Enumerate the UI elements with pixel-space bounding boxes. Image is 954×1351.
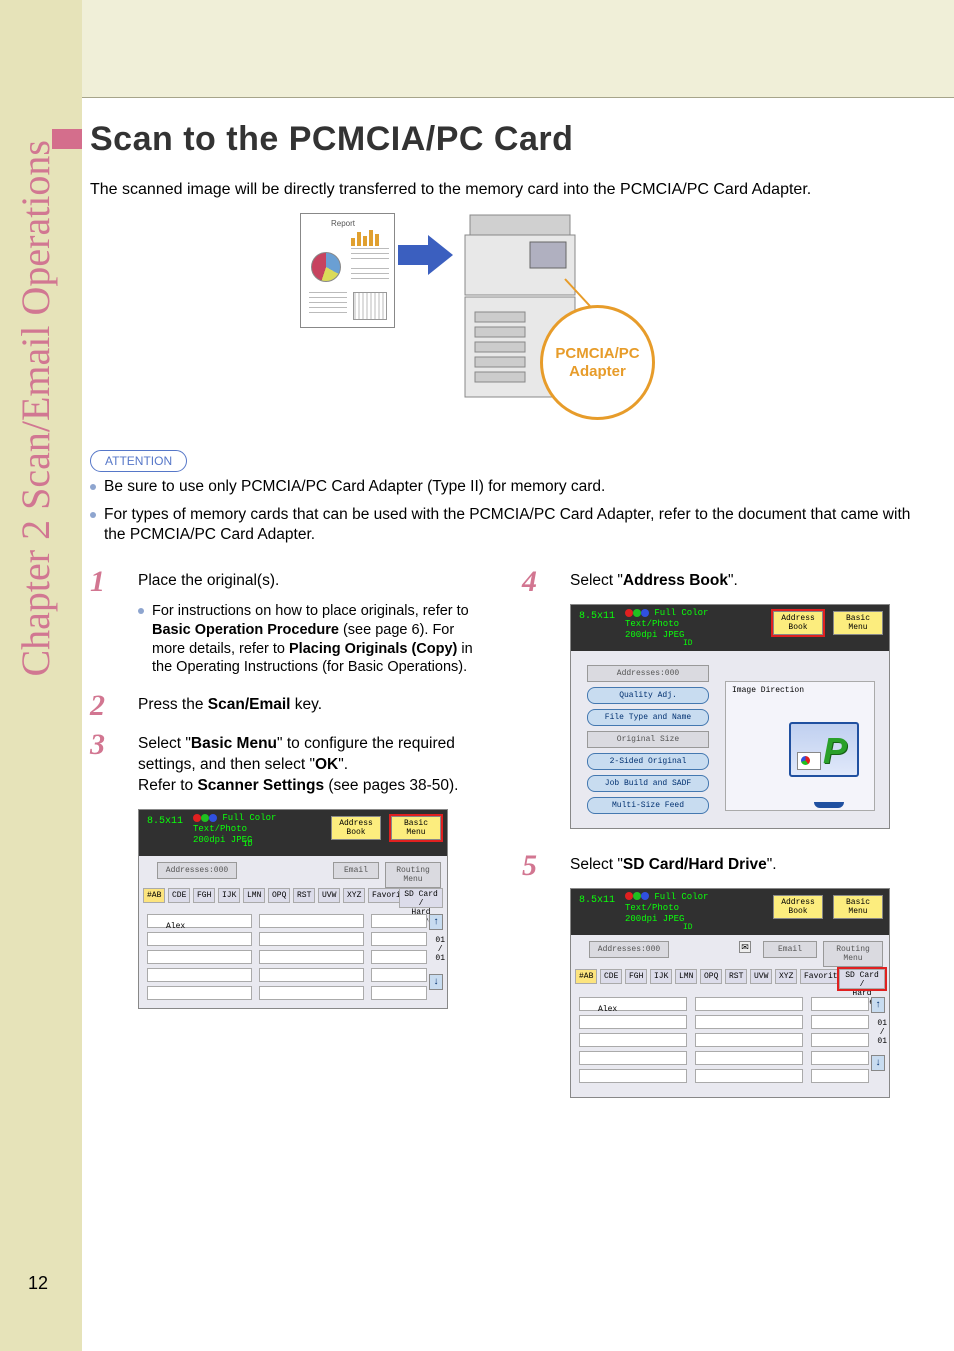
alpha-tab[interactable]: CDE [600,969,622,984]
page-number: 12 [28,1273,48,1294]
down-arrow-button[interactable]: ↓ [871,1055,885,1071]
alpha-tab[interactable]: RST [725,969,747,984]
basic-menu-button[interactable]: Basic Menu [833,611,883,635]
basic-menu-button[interactable]: Basic Menu [391,816,441,840]
email-button[interactable]: Email [333,862,379,879]
step-number: 4 [522,565,537,599]
up-arrow-button[interactable]: ↑ [429,914,443,930]
step-number: 5 [522,849,537,883]
email-button[interactable]: Email [763,941,817,958]
figure-scan-to-pcmcia: Report [300,205,650,425]
routing-menu-button[interactable]: Routing Menu [385,862,441,888]
mini-doc-icon [797,752,821,770]
addresses-label: Addresses:000 [157,862,237,879]
intro-text: The scanned image will be directly trans… [90,181,811,199]
routing-menu-button[interactable]: Routing Menu [823,941,883,967]
alpha-tab[interactable]: IJK [650,969,672,984]
preview-panel: Image Direction P [725,681,875,811]
step-body: Press the Scan/Email key. [138,695,482,716]
alpha-tab[interactable]: UVW [750,969,772,984]
alpha-tab[interactable]: XYZ [775,969,797,984]
screenshot-basic-menu: 8.5x11 Full Color Text/Photo200dpi JPEG … [138,809,448,1009]
step-body: Select "Address Book". [570,571,914,592]
step-body: Place the original(s). [138,571,482,592]
alpha-tab[interactable]: #AB [575,969,597,984]
attention-badge: ATTENTION [90,450,187,472]
top-divider [82,97,954,98]
step-body: Select "SD Card/Hard Drive". [570,855,914,876]
alpha-tab[interactable]: IJK [218,888,240,903]
left-column: 1 Place the original(s). For instruction… [90,571,482,1116]
screenshot-sd-hard: 8.5x11 Full Color Text/Photo200dpi JPEG … [570,888,890,1098]
alpha-tab[interactable]: LMN [243,888,265,903]
up-arrow-button[interactable]: ↑ [871,997,885,1013]
arrow-icon [398,230,458,280]
step-1: 1 Place the original(s). For instruction… [90,571,482,677]
alpha-tab[interactable]: XYZ [343,888,365,903]
document-sheet-illustration: Report [300,213,395,328]
multi-size-button[interactable]: Multi-Size Feed [587,797,709,814]
grid-icon [353,292,387,320]
file-type-button[interactable]: File Type and Name [587,709,709,726]
alpha-tab[interactable]: FGH [625,969,647,984]
alpha-tab[interactable]: UVW [318,888,340,903]
doc-header: Report [331,219,355,228]
address-book-button[interactable]: Address Book [331,816,381,840]
pcmcia-label-circle: PCMCIA/PC Adapter [540,305,655,420]
quality-adj-button[interactable]: Quality Adj. [587,687,709,704]
job-build-button[interactable]: Job Build and SADF [587,775,709,792]
basic-menu-button[interactable]: Basic Menu [833,895,883,919]
step-1-sub: For instructions on how to place origina… [138,602,482,677]
step-4: 4 Select "Address Book". 8.5x11 Full Col… [522,571,914,829]
alpha-tab[interactable]: LMN [675,969,697,984]
address-book-button[interactable]: Address Book [773,895,823,919]
chapter-label: Chapter 2 Scan/Email Operations [12,140,59,677]
alpha-tab[interactable]: RST [293,888,315,903]
down-arrow-button[interactable]: ↓ [429,974,443,990]
pcmcia-label-text: PCMCIA/PC Adapter [555,345,639,381]
step-number: 3 [90,728,105,762]
monitor-icon: P [789,722,859,777]
step-2: 2 Press the Scan/Email key. [90,695,482,716]
entry-alex[interactable]: Alex [580,1005,617,1014]
screenshot-address-book: 8.5x11 Full Color Text/Photo200dpi JPEG … [570,604,890,829]
alpha-tab[interactable]: Favorites [800,969,840,984]
mail-icon: ✉ [739,941,751,953]
entry-alex[interactable]: Alex [148,922,185,931]
addresses-label: Addresses:000 [589,941,669,958]
sd-hard-tab[interactable]: SD Card / Hard Drive [839,969,885,989]
step-number: 1 [90,565,105,599]
attention-box: ATTENTION [90,450,187,472]
original-size-button[interactable]: Original Size [587,731,709,748]
attention-bullet-1: Be sure to use only PCMCIA/PC Card Adapt… [90,477,914,497]
bar-chart-icon [351,228,386,246]
address-book-button[interactable]: Address Book [773,611,823,635]
step-3: 3 Select "Basic Menu" to configure the r… [90,734,482,1009]
letter-p-icon: P [823,730,847,772]
step-body: Select "Basic Menu" to configure the req… [138,734,482,797]
alpha-tab[interactable]: OPQ [268,888,290,903]
attention-bullet-2: For types of memory cards that can be us… [90,505,914,545]
two-sided-button[interactable]: 2-Sided Original [587,753,709,770]
top-olive-band [82,0,954,97]
page-title: Scan to the PCMCIA/PC Card [90,120,573,159]
alpha-tab[interactable]: OPQ [700,969,722,984]
alpha-tab[interactable]: CDE [168,888,190,903]
sd-hard-tab[interactable]: SD Card / Hard Drive [399,888,443,908]
step-5: 5 Select "SD Card/Hard Drive". 8.5x11 Fu… [522,855,914,1098]
pie-chart-icon [311,252,341,282]
right-column: 4 Select "Address Book". 8.5x11 Full Col… [522,571,914,1116]
addresses-side-button[interactable]: Addresses:000 [587,665,709,682]
step-number: 2 [90,689,105,723]
attention-bullets: Be sure to use only PCMCIA/PC Card Adapt… [90,477,914,552]
alpha-tab[interactable]: FGH [193,888,215,903]
alpha-tab[interactable]: #AB [143,888,165,903]
